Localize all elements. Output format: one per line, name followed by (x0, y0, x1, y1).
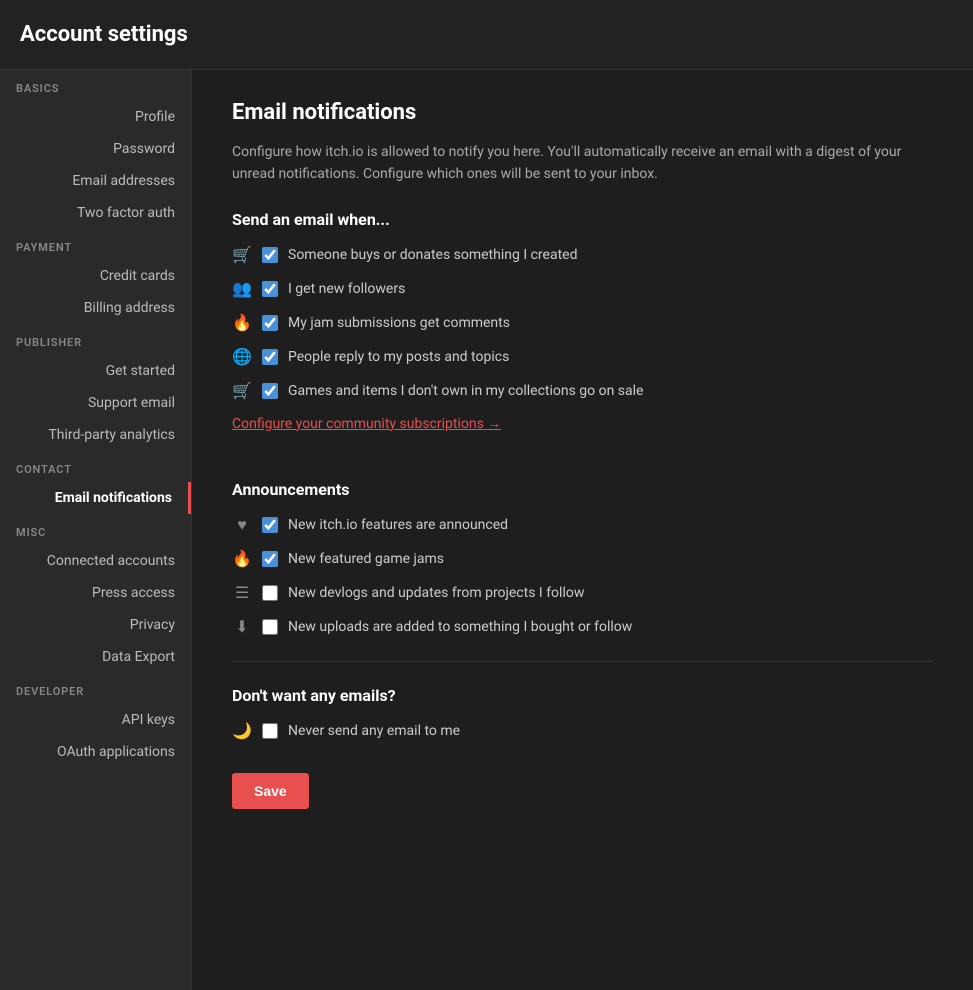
check-row-new-followers: 👥 I get new followers (232, 279, 933, 299)
header: Account settings (0, 0, 973, 70)
sidebar-item-credit-cards[interactable]: Credit cards (0, 260, 191, 292)
check-label-new-features: New itch.io features are announced (288, 517, 508, 533)
sidebar-section-publisher: PUBLISHER (0, 324, 191, 355)
checkbox-replies[interactable] (262, 349, 278, 365)
check-row-jam-comments: 🔥 My jam submissions get comments (232, 313, 933, 333)
sidebar-item-get-started[interactable]: Get started (0, 355, 191, 387)
check-row-replies: 🌐 People reply to my posts and topics (232, 347, 933, 367)
page-description: Configure how itch.io is allowed to noti… (232, 141, 932, 186)
section-divider (232, 661, 933, 662)
announcements-list: ♥ New itch.io features are announced 🔥 New … (232, 515, 933, 637)
sidebar-item-privacy[interactable]: Privacy (0, 609, 191, 641)
check-icon-new-uploads: ⬇ (232, 617, 252, 637)
sidebar: BASICSProfilePasswordEmail addressesTwo … (0, 70, 192, 990)
check-icon-new-features: ♥ (232, 515, 252, 535)
save-button[interactable]: Save (232, 773, 309, 809)
sidebar-item-third-party-analytics[interactable]: Third-party analytics (0, 419, 191, 451)
check-icon-buys-donates: 🛒 (232, 245, 252, 265)
send-when-label: Send an email when... (232, 210, 933, 229)
sidebar-item-data-export[interactable]: Data Export (0, 641, 191, 673)
check-row-new-uploads: ⬇ New uploads are added to something I bo… (232, 617, 933, 637)
check-row-featured-jams: 🔥 New featured game jams (232, 549, 933, 569)
check-row-never-send: 🌙 Never send any email to me (232, 721, 933, 741)
sidebar-section-developer: DEVELOPER (0, 673, 191, 704)
dont-want-title: Don't want any emails? (232, 686, 933, 705)
check-row-on-sale: 🛒 Games and items I don't own in my colle… (232, 381, 933, 401)
sidebar-item-press-access[interactable]: Press access (0, 577, 191, 609)
main-layout: BASICSProfilePasswordEmail addressesTwo … (0, 70, 973, 990)
check-icon-new-followers: 👥 (232, 279, 252, 299)
send-when-list: 🛒 Someone buys or donates something I cre… (232, 245, 933, 401)
checkbox-jam-comments[interactable] (262, 315, 278, 331)
check-icon-devlogs: ☰ (232, 583, 252, 603)
check-label-new-uploads: New uploads are added to something I bou… (288, 619, 632, 635)
sidebar-item-profile[interactable]: Profile (0, 101, 191, 133)
checkbox-on-sale[interactable] (262, 383, 278, 399)
check-row-buys-donates: 🛒 Someone buys or donates something I cre… (232, 245, 933, 265)
sidebar-item-oauth-applications[interactable]: OAuth applications (0, 736, 191, 768)
check-label-buys-donates: Someone buys or donates something I crea… (288, 247, 577, 263)
community-subscriptions-link[interactable]: Configure your community subscriptions → (232, 415, 501, 432)
page-header-title: Account settings (20, 22, 188, 47)
check-label-jam-comments: My jam submissions get comments (288, 315, 510, 331)
sidebar-section-basics: BASICS (0, 70, 191, 101)
sidebar-section-payment: PAYMENT (0, 229, 191, 260)
sidebar-item-billing-address[interactable]: Billing address (0, 292, 191, 324)
check-icon-replies: 🌐 (232, 347, 252, 367)
checkbox-new-features[interactable] (262, 517, 278, 533)
check-row-new-features: ♥ New itch.io features are announced (232, 515, 933, 535)
check-row-devlogs: ☰ New devlogs and updates from projects I… (232, 583, 933, 603)
sidebar-item-password[interactable]: Password (0, 133, 191, 165)
checkbox-buys-donates[interactable] (262, 247, 278, 263)
check-label-new-followers: I get new followers (288, 281, 405, 297)
checkbox-never-send[interactable] (262, 723, 278, 739)
checkbox-devlogs[interactable] (262, 585, 278, 601)
page-title: Email notifications (232, 100, 933, 125)
sidebar-item-connected-accounts[interactable]: Connected accounts (0, 545, 191, 577)
sidebar-section-misc: MISC (0, 514, 191, 545)
check-label-devlogs: New devlogs and updates from projects I … (288, 585, 584, 601)
sidebar-item-two-factor-auth[interactable]: Two factor auth (0, 197, 191, 229)
check-label-on-sale: Games and items I don't own in my collec… (288, 383, 643, 399)
check-label-replies: People reply to my posts and topics (288, 349, 509, 365)
check-icon-never-send: 🌙 (232, 721, 252, 741)
announcements-title: Announcements (232, 480, 933, 499)
checkbox-new-uploads[interactable] (262, 619, 278, 635)
sidebar-section-contact: CONTACT (0, 451, 191, 482)
dont-want-list: 🌙 Never send any email to me (232, 721, 933, 741)
sidebar-item-api-keys[interactable]: API keys (0, 704, 191, 736)
check-icon-on-sale: 🛒 (232, 381, 252, 401)
sidebar-item-support-email[interactable]: Support email (0, 387, 191, 419)
check-icon-featured-jams: 🔥 (232, 549, 252, 569)
checkbox-new-followers[interactable] (262, 281, 278, 297)
check-icon-jam-comments: 🔥 (232, 313, 252, 333)
check-label-never-send: Never send any email to me (288, 723, 460, 739)
sidebar-item-email-notifications[interactable]: Email notifications (0, 482, 191, 514)
sidebar-item-email-addresses[interactable]: Email addresses (0, 165, 191, 197)
checkbox-featured-jams[interactable] (262, 551, 278, 567)
content-area: Email notifications Configure how itch.i… (192, 70, 973, 990)
check-label-featured-jams: New featured game jams (288, 551, 444, 567)
